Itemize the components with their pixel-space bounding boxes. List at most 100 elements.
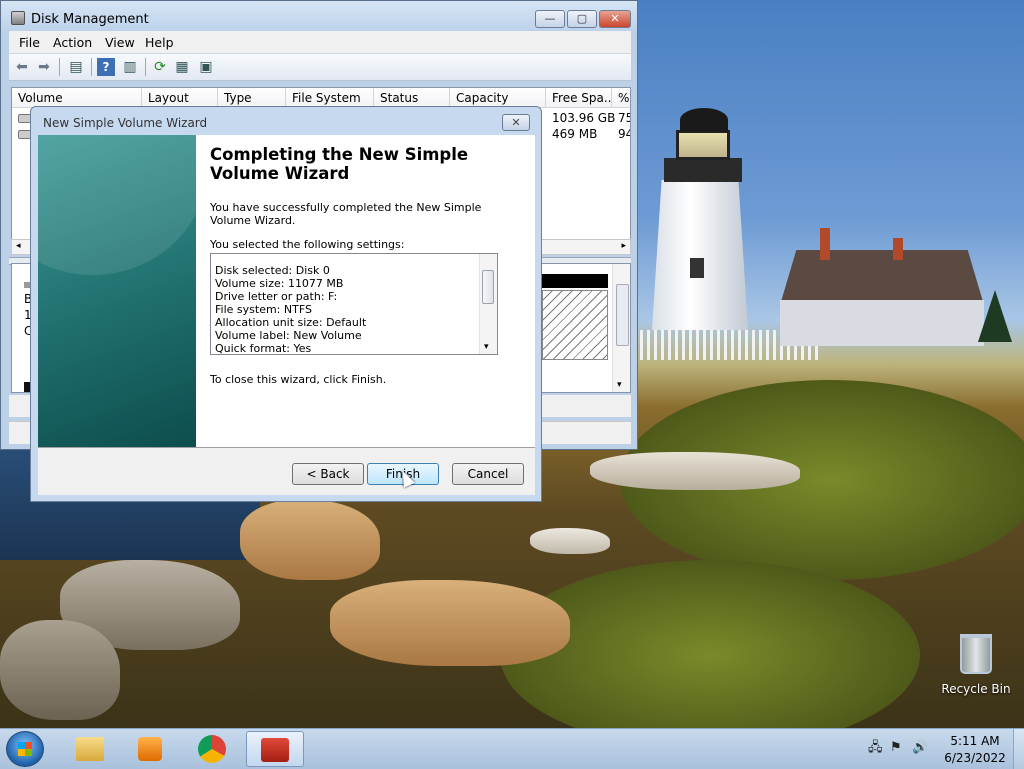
rock — [240, 500, 380, 580]
footer-divider — [38, 447, 535, 448]
volume-icon[interactable]: 🔊 — [912, 741, 928, 755]
setting-file-system: File system: NTFS — [215, 303, 312, 316]
volume-free-space: 469 MB — [552, 127, 598, 141]
volume-free-space: 103.96 GB — [552, 111, 616, 125]
setting-volume-label: Volume label: New Volume — [215, 329, 362, 342]
column-header-file-system[interactable]: File System — [286, 88, 374, 108]
refresh-icon[interactable]: ⟳ — [151, 58, 169, 76]
column-header-layout[interactable]: Layout — [142, 88, 218, 108]
rock — [530, 528, 610, 554]
scroll-down-icon[interactable]: ▾ — [617, 380, 622, 390]
settings-scrollbar[interactable]: ▾ — [479, 254, 497, 354]
scroll-right-icon[interactable]: ▸ — [621, 241, 626, 251]
title-bar[interactable]: Disk Management — ▢ ✕ — [1, 1, 637, 35]
new-simple-volume-wizard: New Simple Volume Wizard ✕ Completing th… — [30, 106, 542, 502]
windows-explorer-icon — [76, 737, 104, 761]
notification-area: 🖧 ⚑ 🔊 5:11 AM 6/23/2022 — [860, 729, 1024, 769]
disk-management-icon — [11, 11, 25, 25]
menu-file[interactable]: File — [19, 35, 40, 50]
setting-quick-format: Quick format: Yes — [215, 342, 312, 355]
house — [780, 300, 984, 346]
console-tree-icon[interactable]: ▤ — [67, 58, 85, 76]
settings-summary-box[interactable]: Disk selected: Disk 0 Volume size: 11077… — [210, 253, 498, 355]
toolbar: ⬅ ➡ ▤ ? ▥ ⟳ ▦ ▣ — [9, 53, 631, 81]
recycle-bin-icon — [960, 634, 992, 674]
wizard-heading: Completing the New Simple Volume Wizard — [210, 145, 469, 183]
wizard-success-text: You have successfully completed the New … — [210, 201, 482, 227]
back-button[interactable]: < Back — [292, 463, 364, 485]
wizard-close-instruction: To close this wizard, click Finish. — [210, 373, 387, 386]
unallocated-space-block[interactable] — [542, 290, 608, 360]
volume-percent-free: 94 — [618, 127, 630, 141]
recycle-bin-label: Recycle Bin — [941, 682, 1011, 696]
help-icon[interactable]: ? — [97, 58, 115, 76]
disk-settings-icon[interactable]: ▣ — [197, 58, 215, 76]
unallocated-header-bar — [542, 274, 608, 288]
wizard-settings-label: You selected the following settings: — [210, 238, 405, 251]
lighthouse-gallery — [664, 158, 742, 182]
show-hide-icon[interactable]: ▥ — [121, 58, 139, 76]
setting-disk: Disk selected: Disk 0 — [215, 264, 330, 277]
network-icon[interactable]: 🖧 — [868, 741, 883, 755]
wizard-title: New Simple Volume Wizard — [43, 116, 208, 130]
rock — [0, 620, 120, 720]
taskbar-media-player[interactable] — [122, 731, 180, 767]
close-button[interactable]: ✕ — [599, 10, 631, 28]
banner-decoration — [38, 135, 196, 275]
cancel-button[interactable]: Cancel — [452, 463, 524, 485]
properties-icon[interactable]: ▦ — [173, 58, 191, 76]
settings-scroll-thumb[interactable] — [482, 270, 494, 304]
windows-logo-icon — [18, 742, 32, 756]
menu-action[interactable]: Action — [53, 35, 92, 50]
clock-date[interactable]: 6/23/2022 — [942, 751, 1008, 765]
maximize-button[interactable]: ▢ — [567, 10, 597, 28]
toolbar-separator — [59, 58, 60, 76]
lighthouse-lamp — [676, 130, 730, 160]
wizard-content: Completing the New Simple Volume Wizard … — [196, 135, 535, 447]
computer-management-icon — [261, 738, 289, 762]
taskbar-computer-management[interactable] — [246, 731, 304, 767]
setting-allocation-unit: Allocation unit size: Default — [215, 316, 367, 329]
chimney — [820, 228, 830, 260]
menu-help[interactable]: Help — [145, 35, 174, 50]
scroll-down-icon[interactable]: ▾ — [484, 342, 489, 352]
taskbar-explorer[interactable] — [62, 731, 120, 767]
recycle-bin-shortcut[interactable]: Recycle Bin — [940, 630, 1012, 700]
media-player-icon — [138, 737, 162, 761]
menu-view[interactable]: View — [105, 35, 135, 50]
show-desktop-button[interactable] — [1013, 729, 1024, 769]
minimize-button[interactable]: — — [535, 10, 565, 28]
window-title: Disk Management — [31, 12, 149, 27]
wizard-body: Completing the New Simple Volume Wizard … — [38, 135, 535, 495]
lighthouse — [652, 180, 748, 330]
scroll-left-icon[interactable]: ◂ — [16, 241, 21, 251]
taskbar-chrome[interactable] — [184, 731, 242, 767]
forward-arrow-icon[interactable]: ➡ — [35, 58, 53, 76]
chrome-icon — [198, 735, 226, 763]
column-header-type[interactable]: Type — [218, 88, 286, 108]
back-arrow-icon[interactable]: ⬅ — [13, 58, 31, 76]
chimney — [893, 238, 903, 260]
rock — [330, 580, 570, 666]
column-header-status[interactable]: Status — [374, 88, 450, 108]
volume-percent-free: 75 — [618, 111, 630, 125]
menu-bar: File Action View Help — [9, 31, 631, 53]
action-center-flag-icon[interactable]: ⚑ — [890, 741, 904, 755]
column-header-free-space[interactable]: Free Spa... — [546, 88, 612, 108]
house-roof — [780, 250, 984, 305]
vertical-scrollbar[interactable]: ▾ — [612, 264, 630, 392]
start-button[interactable] — [6, 731, 44, 767]
wizard-close-button[interactable]: ✕ — [502, 114, 530, 131]
column-header-percent-free[interactable]: % — [612, 88, 630, 108]
clock-time[interactable]: 5:11 AM — [942, 734, 1008, 748]
lighthouse-cap — [680, 108, 728, 132]
lighthouse-window — [690, 258, 704, 278]
setting-volume-size: Volume size: 11077 MB — [215, 277, 344, 290]
column-header-volume[interactable]: Volume — [12, 88, 142, 108]
scroll-thumb[interactable] — [616, 284, 629, 346]
toolbar-separator — [145, 58, 146, 76]
toolbar-separator — [91, 58, 92, 76]
taskbar: 🖧 ⚑ 🔊 5:11 AM 6/23/2022 — [0, 728, 1024, 769]
wizard-banner-image — [38, 135, 196, 447]
column-header-capacity[interactable]: Capacity — [450, 88, 546, 108]
